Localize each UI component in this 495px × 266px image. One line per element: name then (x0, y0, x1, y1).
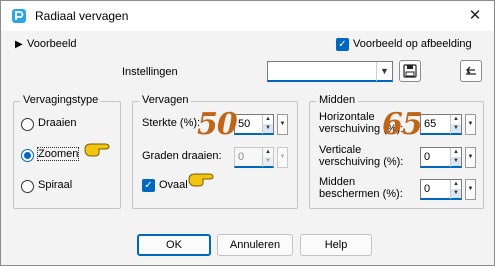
pointing-hand-icon (84, 143, 110, 157)
strength-spinner[interactable]: ▲ ▼ (262, 115, 273, 134)
blur-title: Vervagen (139, 94, 192, 106)
v-offset-input[interactable]: 0 ▲ ▼ (420, 147, 462, 168)
ok-button[interactable]: OK (137, 234, 211, 256)
reset-defaults-button[interactable] (460, 60, 482, 82)
h-offset-label-1: Horizontale (319, 111, 375, 123)
cancel-button[interactable]: Annuleren (217, 234, 293, 256)
radio-spiraal[interactable] (21, 180, 34, 193)
strength-value: 50 (238, 118, 251, 130)
h-offset-overlay-number: 65 (382, 107, 423, 142)
protect-label-2: beschermen (%): (319, 188, 403, 200)
oval-label: Ovaal (159, 179, 188, 191)
radio-spiraal-label: Spiraal (38, 179, 73, 191)
strength-input[interactable]: 50 ▲ ▼ (234, 114, 274, 135)
blur-type-title: Vervagingstype (20, 94, 102, 106)
v-offset-value: 0 (424, 151, 431, 163)
h-offset-input[interactable]: 65 ▲ ▼ (420, 114, 462, 135)
save-preset-button[interactable] (399, 60, 421, 82)
help-button[interactable]: Help (300, 234, 372, 256)
v-offset-slider-button[interactable]: ▼ (465, 147, 476, 168)
v-offset-label-1: Verticale (319, 144, 362, 156)
window-title: Radiaal vervagen (35, 9, 129, 23)
close-icon[interactable]: ✕ (464, 6, 486, 26)
radio-draaien-label: Draaien (38, 117, 77, 129)
v-offset-spinner[interactable]: ▲ ▼ (450, 148, 461, 167)
reset-icon (466, 66, 476, 75)
rotation-label: Graden draaien: (142, 150, 222, 162)
rotation-value: 0 (238, 151, 245, 163)
strength-slider-button[interactable]: ▼ (277, 114, 288, 135)
protect-label-1: Midden (319, 176, 356, 188)
radio-zoomen[interactable] (21, 149, 34, 162)
strength-label: Sterkte (%): (142, 117, 201, 129)
h-offset-slider-button[interactable]: ▼ (465, 114, 476, 135)
protect-slider-button[interactable]: ▼ (465, 179, 476, 200)
radial-blur-dialog: Radiaal vervagen ✕ ▶ Voorbeeld ✓ Voorbee… (0, 0, 495, 266)
protect-spinner[interactable]: ▲ ▼ (450, 180, 461, 199)
settings-label: Instellingen (122, 66, 178, 78)
chevron-down-icon[interactable]: ▼ (376, 62, 392, 81)
preview-on-image-label: Voorbeeld op afbeelding (353, 38, 472, 50)
preview-on-image-checkbox[interactable]: ✓ (336, 38, 349, 51)
expand-triangle-icon[interactable]: ▶ (15, 39, 23, 50)
rotation-slider-button[interactable]: ▼ (277, 147, 288, 168)
protect-value: 0 (424, 183, 431, 195)
protect-input[interactable]: 0 ▲ ▼ (420, 179, 462, 200)
center-title: Midden (316, 94, 359, 106)
settings-combo[interactable]: ▼ (267, 61, 393, 82)
preview-toggle[interactable]: Voorbeeld (27, 38, 77, 50)
title-bar: Radiaal vervagen ✕ (1, 1, 494, 31)
h-offset-spinner[interactable]: ▲ ▼ (450, 115, 461, 134)
pointing-hand-icon (188, 173, 214, 187)
paintshop-app-icon (12, 9, 26, 23)
radio-draaien[interactable] (21, 118, 34, 131)
save-icon (403, 64, 417, 78)
oval-checkbox[interactable]: ✓ (142, 179, 155, 192)
h-offset-value: 65 (424, 118, 437, 130)
v-offset-label-2: verschuiving (%): (319, 156, 404, 168)
rotation-input[interactable]: 0 ▲ ▼ (234, 147, 274, 168)
rotation-spinner[interactable]: ▲ ▼ (262, 148, 273, 167)
strength-overlay-number: 50 (197, 107, 238, 142)
radio-zoomen-label: Zoomen (36, 147, 80, 161)
